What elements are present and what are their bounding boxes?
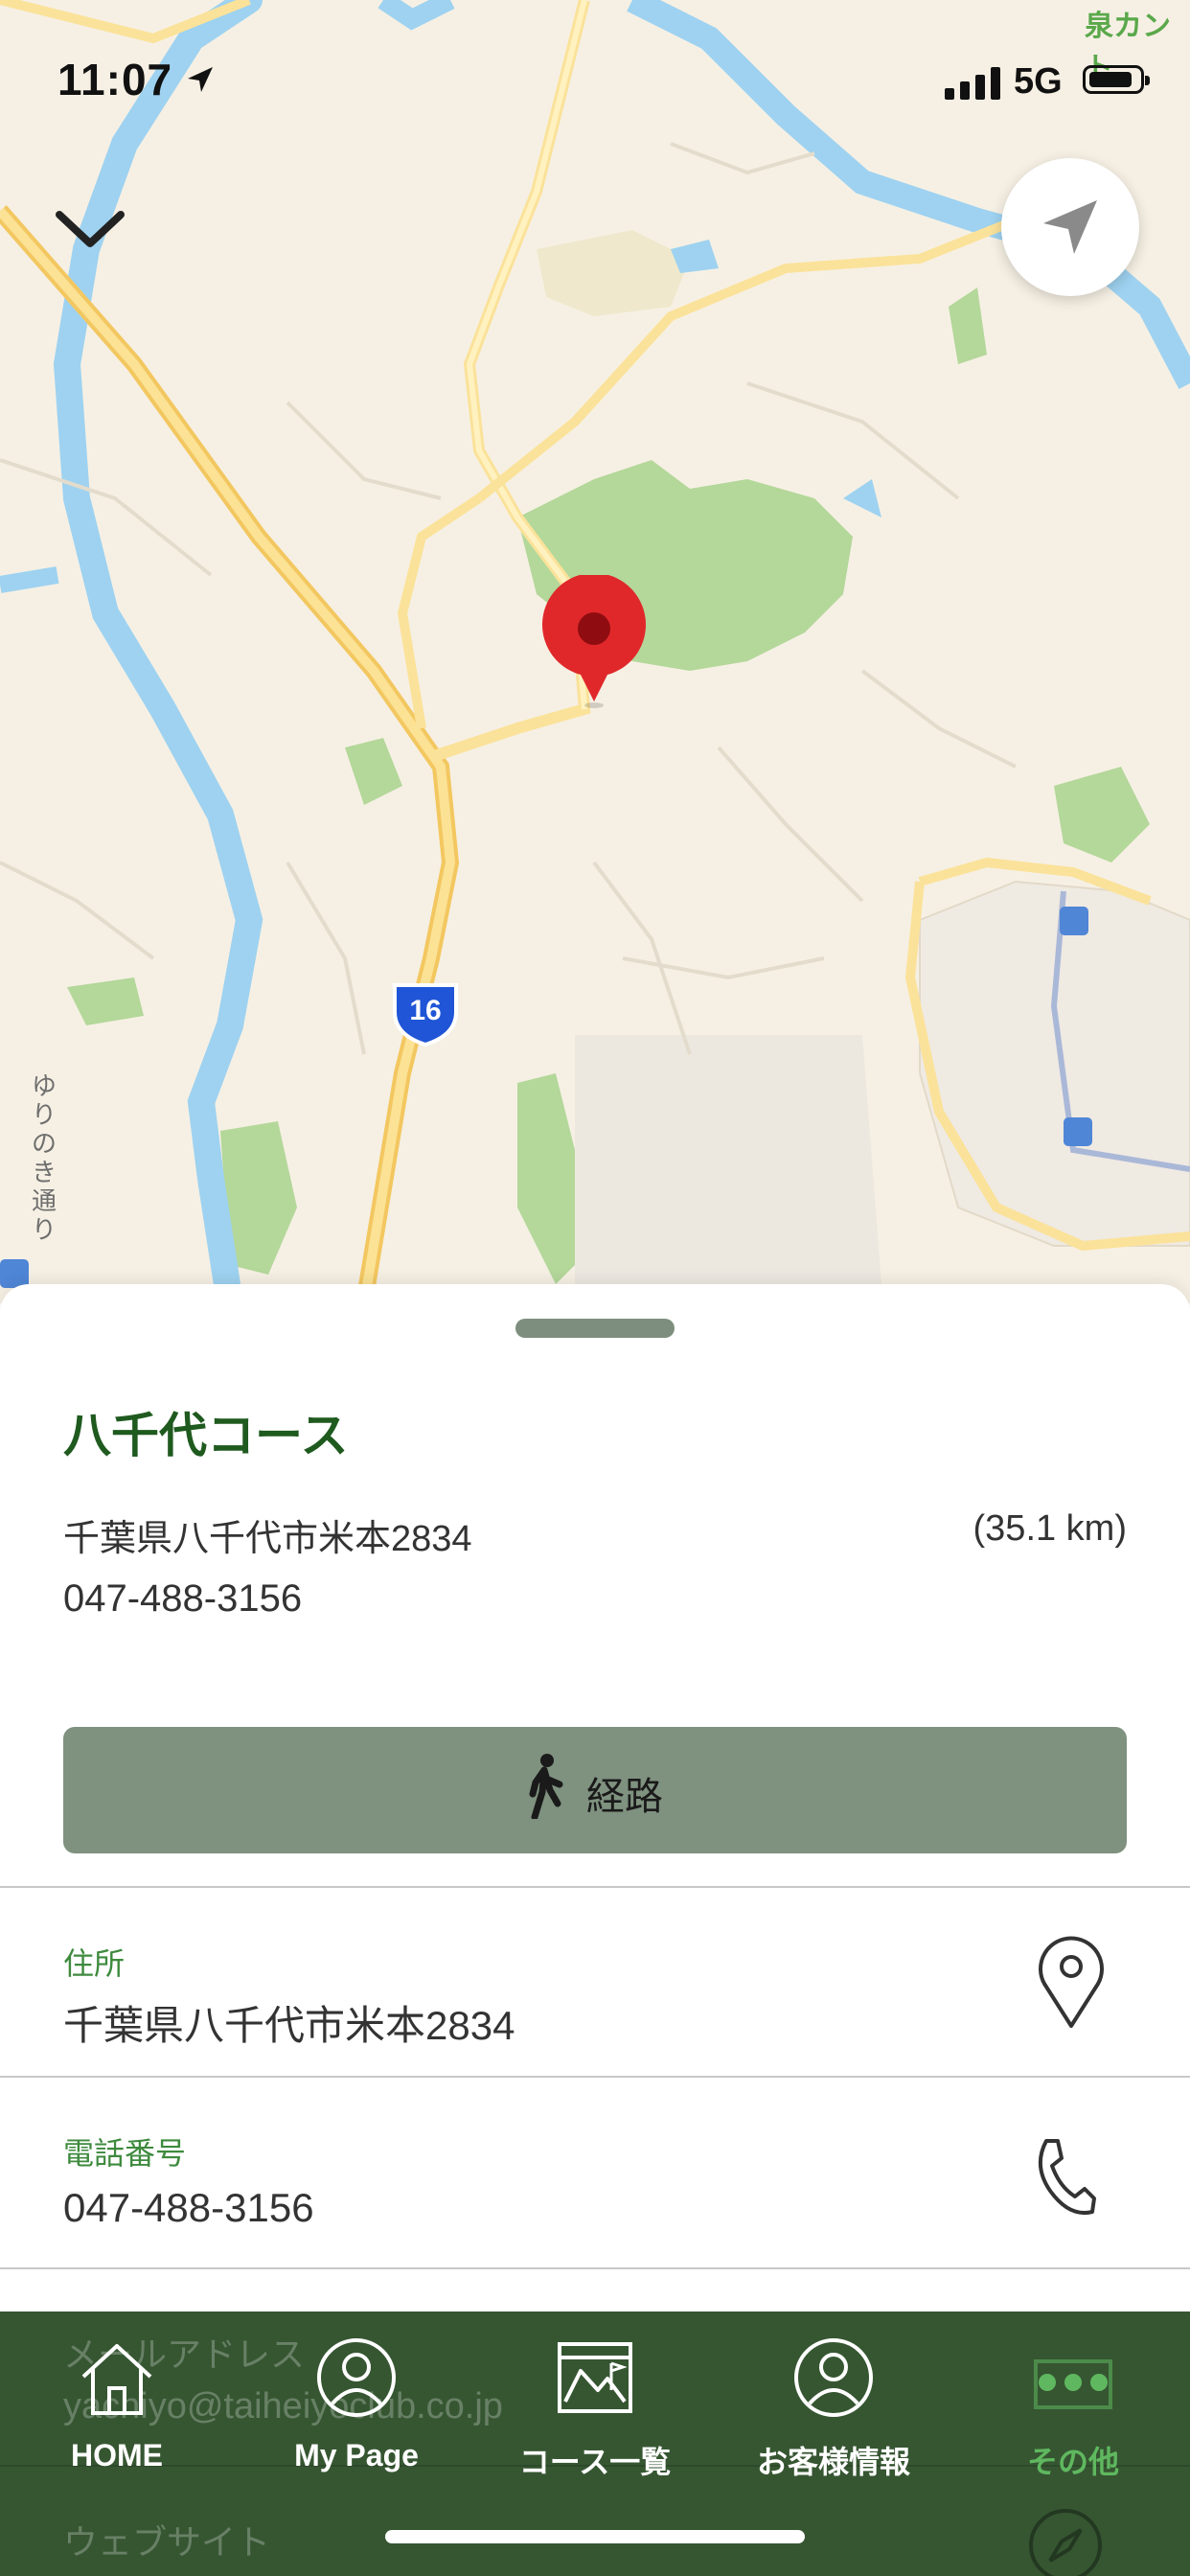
cellular-signal-icon	[945, 67, 1000, 100]
tab-course-list[interactable]: コース一覧	[490, 2334, 700, 2479]
compass-icon	[1029, 2509, 1102, 2576]
website-row-label: ウェブサイト	[63, 2522, 271, 2562]
status-time: 11:07	[57, 55, 173, 104]
tab-my-page-label: My Page	[294, 2438, 419, 2472]
phone-row-value: 047-488-3156	[63, 2185, 314, 2230]
person-icon	[317, 2338, 396, 2417]
course-map-icon	[558, 2342, 632, 2413]
divider	[0, 1886, 1190, 1888]
navigation-arrow-icon	[1043, 200, 1097, 254]
tab-home-label: HOME	[71, 2438, 163, 2472]
place-phone: 047-488-3156	[63, 1577, 303, 1620]
tab-customer-info-label: お客様情報	[756, 2445, 910, 2479]
place-address: 千葉県八千代市米本2834	[63, 1519, 472, 1559]
map-pin-icon	[1039, 1936, 1104, 2028]
sheet-grabber[interactable]	[515, 1319, 675, 1338]
route-button-label: 経路	[586, 1776, 663, 1818]
route-button[interactable]: 経路	[63, 1727, 1127, 1853]
divider	[0, 2076, 1190, 2078]
phone-row-label: 電話番号	[63, 2136, 187, 2171]
address-row-label: 住所	[63, 1946, 126, 1981]
chevron-down-icon[interactable]	[54, 201, 126, 259]
tab-other-label: その他	[1026, 2445, 1119, 2479]
location-arrow-icon	[188, 67, 213, 92]
tab-other[interactable]: その他	[968, 2334, 1179, 2479]
person-icon	[794, 2338, 873, 2417]
house-icon	[81, 2344, 152, 2415]
more-icon	[1034, 2359, 1112, 2409]
tab-course-list-label: コース一覧	[518, 2445, 672, 2479]
address-row-value: 千葉県八千代市米本2834	[63, 2003, 515, 2048]
tab-my-page[interactable]: My Page	[251, 2334, 462, 2478]
highway-number: 16	[409, 995, 442, 1026]
place-distance: (35.1 km)	[973, 1508, 1127, 1549]
divider	[0, 2267, 1190, 2269]
tab-home[interactable]: HOME	[11, 2334, 222, 2478]
network-type: 5G	[1014, 61, 1063, 102]
location-pin-icon[interactable]	[538, 575, 650, 709]
current-location-button[interactable]	[1001, 158, 1139, 296]
place-name: 八千代コース	[63, 1409, 349, 1462]
battery-icon	[1083, 65, 1150, 94]
highway-shield: 16	[389, 979, 462, 1048]
walking-person-icon	[529, 1754, 563, 1819]
status-bar: 11:07 5G	[0, 0, 1190, 163]
map-street-label: ゆりのき通り	[31, 1071, 57, 1244]
tab-customer-info[interactable]: お客様情報	[728, 2334, 939, 2479]
phone-icon	[1039, 2139, 1096, 2215]
home-indicator[interactable]	[385, 2530, 805, 2543]
